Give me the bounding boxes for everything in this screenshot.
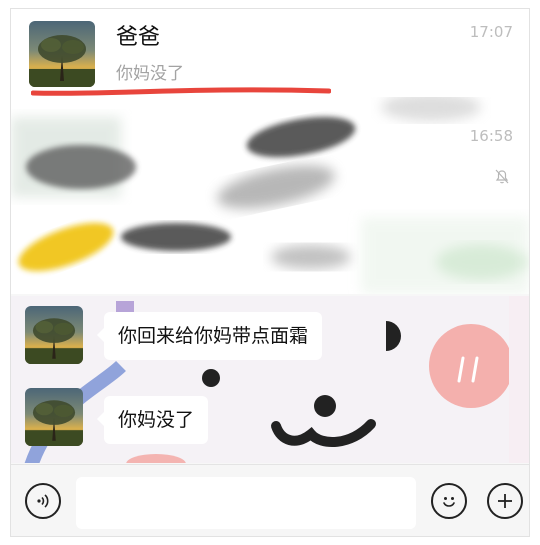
add-button[interactable]	[487, 483, 523, 519]
emoji-button[interactable]	[431, 483, 467, 519]
voice-button[interactable]	[25, 483, 61, 519]
contact-name: 爸爸	[116, 25, 161, 50]
chat-list-item-dad[interactable]: 爸爸 你妈没了 17:07	[11, 9, 529, 97]
tree-sunset-avatar-icon	[25, 306, 83, 364]
tree-sunset-avatar-icon	[25, 388, 83, 446]
last-message-time: 17:07	[469, 23, 513, 41]
input-bar	[11, 464, 529, 536]
message-input[interactable]	[76, 477, 416, 529]
message-bubble[interactable]: 你回来给你妈带点面霜	[96, 312, 323, 360]
plus-icon	[498, 494, 512, 508]
chat-list: 爸爸 你妈没了 17:07 16:58	[11, 9, 529, 294]
voice-icon	[37, 494, 49, 508]
message-sender-avatar[interactable]	[25, 388, 83, 446]
conversation-view: 你回来给你妈带点面霜 你妈没了	[11, 296, 529, 463]
second-item-time: 16:58	[469, 127, 513, 145]
screenshot-frame: 爸爸 你妈没了 17:07 16:58 你回来给你妈带点面霜 你妈没了	[10, 8, 530, 537]
emoji-icon	[443, 497, 455, 507]
message-bubble[interactable]: 你妈没了	[96, 396, 209, 444]
blurred-chat-items	[11, 97, 529, 294]
message-sender-avatar[interactable]	[25, 306, 83, 364]
contact-avatar[interactable]	[29, 21, 95, 87]
bell-muted-icon	[495, 169, 509, 184]
tree-sunset-avatar-icon	[29, 21, 95, 87]
